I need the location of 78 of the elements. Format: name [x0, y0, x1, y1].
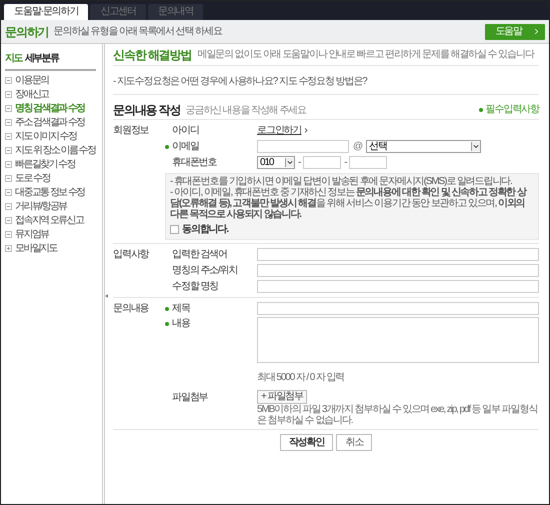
minus-box-icon[interactable] [5, 105, 12, 112]
sidebar-item[interactable]: 장애신고 [5, 88, 96, 102]
help-button[interactable]: 도움말 [485, 24, 545, 40]
field-label: 수정할 명칭 [172, 280, 218, 293]
login-arrow: › [304, 124, 307, 138]
minus-box-icon[interactable] [5, 203, 12, 210]
minus-box-icon[interactable] [5, 175, 12, 182]
sidebar-item[interactable]: 빠른길찾기 수정 [5, 158, 96, 172]
email-input[interactable] [257, 140, 349, 153]
minus-box-icon[interactable] [5, 217, 12, 224]
chevron-right-icon [532, 27, 541, 36]
solution-title: 신속한 해결방법 [113, 48, 192, 62]
collapse-arrow-icon[interactable] [105, 294, 108, 298]
minus-box-icon[interactable] [5, 91, 12, 98]
text-input[interactable] [257, 280, 539, 293]
page-subtitle: 문의하실 유형을 아래 목록에서 선택 하세요 [54, 25, 222, 39]
form-subtitle: 궁금하신 내용을 작성해 주세요 [186, 105, 306, 117]
phone-input[interactable] [349, 156, 388, 169]
dropdown-icon [471, 142, 480, 151]
field-label: 제목 [172, 302, 190, 315]
sidebar-item[interactable]: 접속지역 오류신고 [5, 214, 96, 228]
phone-prefix-select[interactable]: 010 [257, 156, 295, 169]
login-link[interactable]: 로그인하기 [257, 123, 302, 138]
section-label: 입력사항 [113, 248, 150, 262]
sidebar-item[interactable]: 뮤지엄뷰 [5, 228, 96, 242]
minus-box-icon[interactable] [5, 119, 12, 126]
submit-button[interactable]: 작성확인 [280, 434, 334, 451]
text-input[interactable] [257, 264, 539, 277]
content-textarea[interactable] [257, 317, 539, 363]
sidebar-item[interactable]: 대중교통 정보 수정 [5, 186, 96, 200]
minus-box-icon[interactable] [5, 189, 12, 196]
faq-link[interactable]: - 지도수정요청은 어떤 경우에 사용하나요? 지도 수정요청 방법은? [113, 76, 367, 87]
notice-text: - 휴대폰번호를 기입하시면 이메일 답변이 발송된 후에 문자메시지(SMS)로 알려드립니다. [170, 176, 513, 187]
page-title: 문의하기 [5, 24, 49, 40]
sidebar-item[interactable]: 지도 이미지 수정 [5, 130, 96, 144]
dash: - [344, 156, 346, 170]
phone-input[interactable] [303, 156, 342, 169]
field-label: 휴대폰번호 [172, 156, 216, 169]
notice-text: - 아이디, 이메일, 휴대폰번호 중 기재하신 정보는 문의내용에 대한 확인 및 신속하고 정확한 상담(오류해결 등), 고객불만 발생시 해결을 위해 서비스 이용기간 동안 보관하고 있으며, 이외의 다른 목적으로 사용되지 않습니다. [170, 187, 528, 220]
at-sign: @ [353, 140, 362, 154]
file-note: 5MB이하의 파일 3개까지 첨부하실 수 있으며 exe, zip, pdf 등 일부 파일형식은 첨부하실 수 없습니다. [257, 404, 538, 426]
text-input[interactable] [257, 248, 539, 261]
sidebar-item[interactable]: 이용문의 [5, 74, 96, 88]
agree-label: 동의합니다. [182, 223, 228, 237]
sidebar-item[interactable]: 명칭 검색결과 수정 [5, 102, 96, 116]
sidebar-title: 세부분류 [24, 52, 58, 66]
minus-box-icon[interactable] [5, 147, 12, 154]
sidebar-item[interactable]: 주소 검색결과 수정 [5, 116, 96, 130]
required-note: 필수입력사항 [486, 103, 539, 117]
sidebar-item[interactable]: 거리뷰/항공뷰 [5, 200, 96, 214]
dash: - [298, 156, 300, 170]
field-label: 아이디 [172, 124, 199, 137]
plus-box-icon[interactable] [5, 245, 12, 252]
field-label: 입력한 검색어 [172, 248, 227, 261]
dropdown-icon [285, 158, 294, 167]
form-title: 문의내용 작성 [113, 103, 180, 117]
attach-file-button[interactable]: + 파일첨부 [257, 390, 307, 404]
section-label: 문의내용 [113, 302, 150, 316]
field-label: 파일첨부 [172, 391, 208, 405]
sidebar-item[interactable]: 모바일지도 [5, 242, 96, 256]
sidebar-item[interactable]: 지도 위 장소 이름 수정 [5, 144, 96, 158]
field-label: 내용 [172, 317, 190, 330]
cancel-button[interactable]: 취소 [336, 434, 372, 451]
domain-select[interactable]: 선택 [366, 140, 482, 153]
tab[interactable]: 도움말·문의하기 [4, 4, 88, 20]
minus-box-icon[interactable] [5, 77, 12, 84]
agree-checkbox[interactable] [170, 225, 179, 234]
minus-box-icon[interactable] [5, 133, 12, 140]
sidebar-category: 지도 [5, 52, 22, 66]
minus-box-icon[interactable] [5, 161, 12, 168]
field-label: 명칭의 주소/위치 [172, 264, 238, 277]
solution-description: 메일문의 없이도 아래 도움말이나 안내로 빠르고 편리하게 문제를 해결하실 수 있습니다 [197, 49, 534, 61]
sidebar-item[interactable]: 도로 수정 [5, 172, 96, 186]
field-label: 이메일 [172, 140, 199, 153]
minus-box-icon[interactable] [5, 231, 12, 238]
section-label: 회원정보 [113, 124, 150, 138]
title-input[interactable] [257, 302, 539, 315]
character-count: 최대 5000 자 / 0 자 입력 [257, 372, 344, 383]
